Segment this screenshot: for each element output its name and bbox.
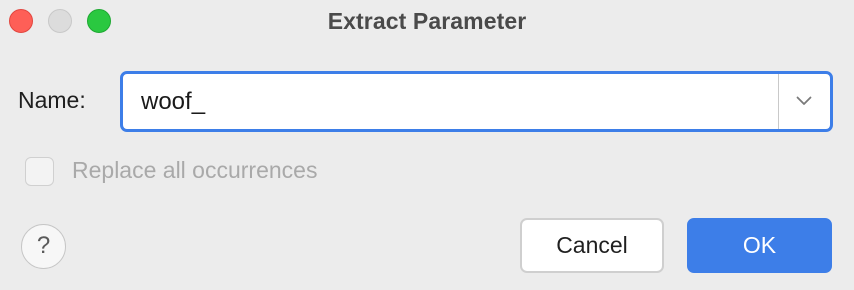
- replace-all-occurrences-label: Replace all occurrences: [72, 157, 318, 183]
- name-input[interactable]: [123, 74, 777, 129]
- name-dropdown-button[interactable]: [779, 74, 830, 129]
- replace-all-occurrences-checkbox[interactable]: [25, 157, 54, 186]
- name-combobox[interactable]: [120, 71, 833, 132]
- name-label: Name:: [18, 87, 86, 113]
- chevron-down-icon: [796, 96, 812, 105]
- title-bar: Extract Parameter: [0, 0, 854, 44]
- extract-parameter-dialog: Extract Parameter Name: Replace all occu…: [0, 0, 854, 290]
- window-title: Extract Parameter: [327, 8, 527, 34]
- cancel-button[interactable]: Cancel: [520, 218, 664, 273]
- help-button[interactable]: ?: [21, 224, 66, 269]
- ok-button[interactable]: OK: [687, 218, 832, 273]
